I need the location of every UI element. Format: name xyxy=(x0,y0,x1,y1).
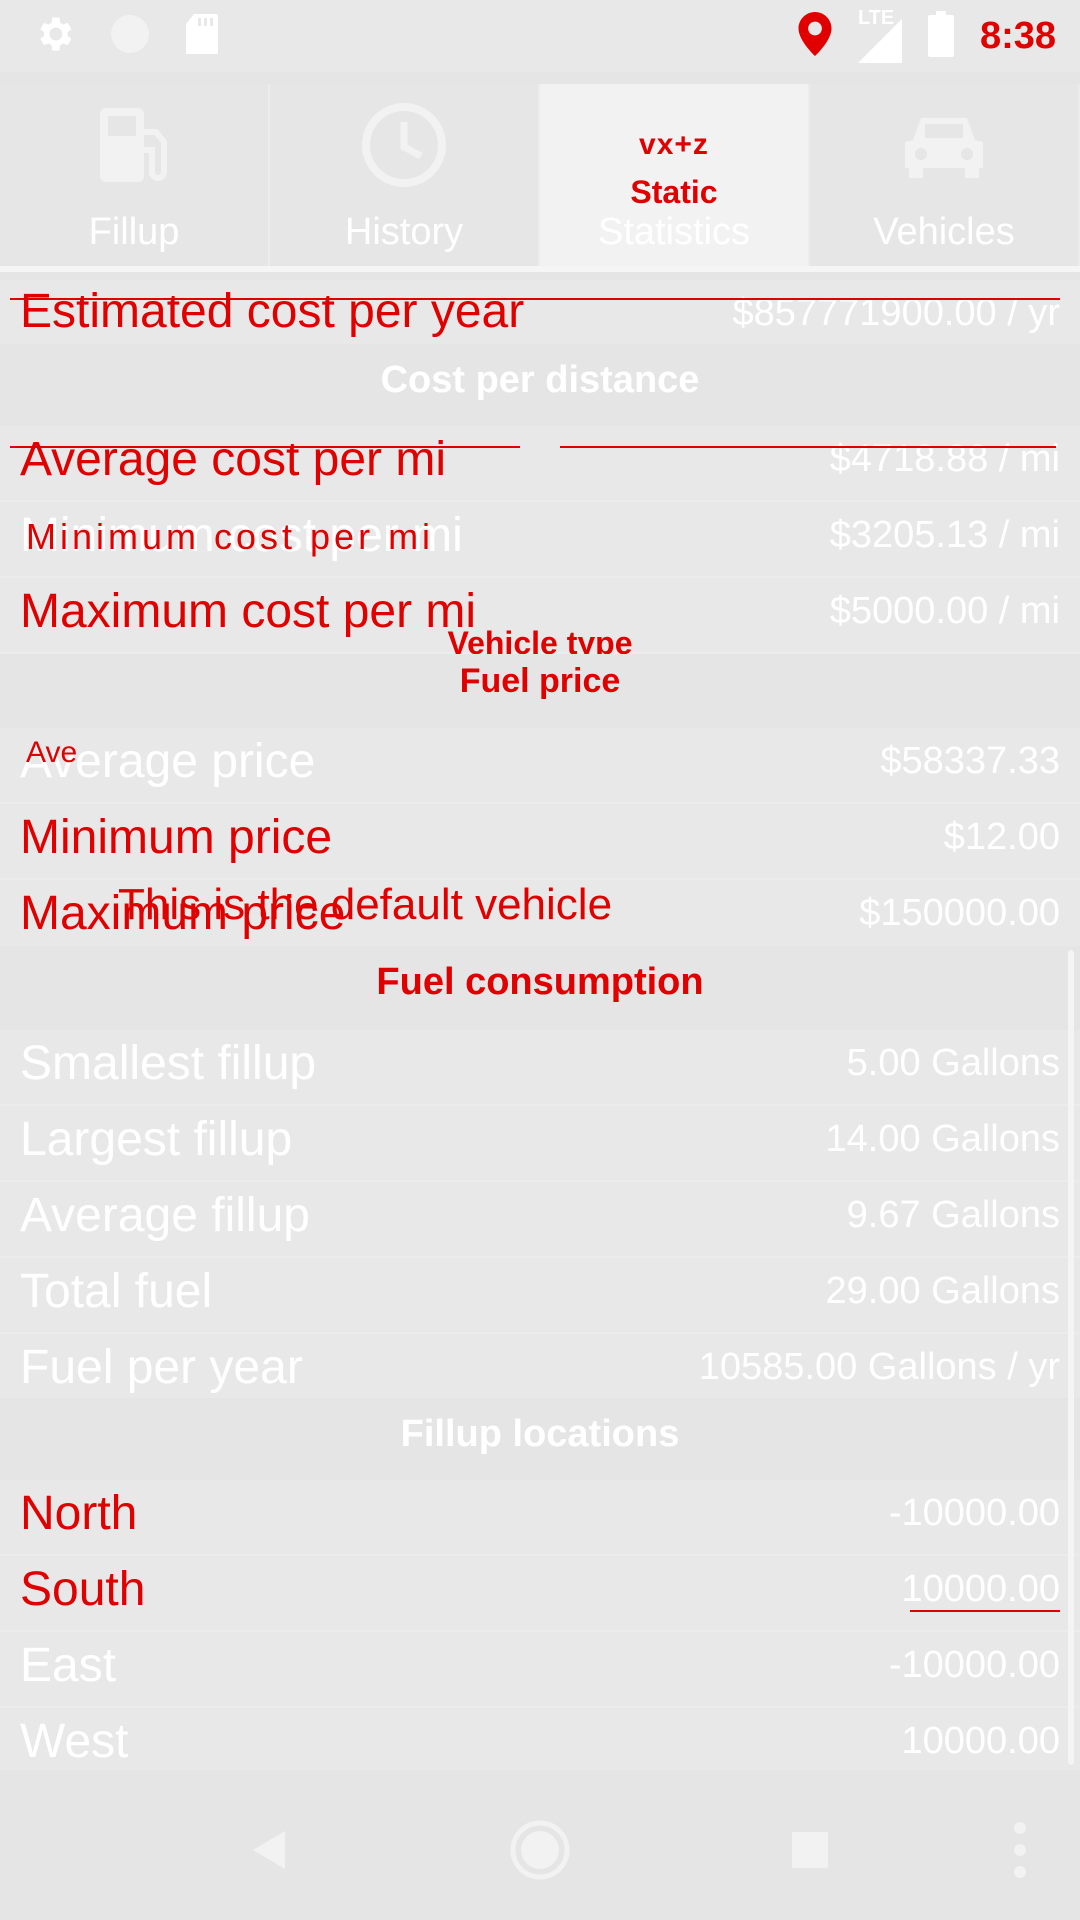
row-label: Smallest fillup xyxy=(20,1037,317,1090)
clock-icon xyxy=(356,97,452,193)
row-smallest-fillup: Smallest fillup 5.00 Gallons xyxy=(0,1030,1080,1106)
section-fuel-price: Fuel price xyxy=(0,654,1080,708)
scrollbar[interactable] xyxy=(1068,950,1074,1765)
car-icon xyxy=(896,97,992,193)
section-fillup-locations: Fillup locations xyxy=(0,1398,1080,1470)
row-value: 10000.00 xyxy=(901,1720,1061,1762)
tab-history[interactable]: History xyxy=(270,84,540,266)
row-label-overlay: Ave xyxy=(26,736,78,769)
row-label: South xyxy=(20,1563,146,1616)
row-value: 5.00 Gallons xyxy=(846,1042,1060,1084)
row-label: Total fuel xyxy=(20,1265,213,1318)
row-value: $4718.88 / mi xyxy=(829,438,1060,480)
row-label: Average fillup xyxy=(20,1189,310,1242)
fuel-pump-icon xyxy=(86,97,182,193)
row-label: Estimated cost per year xyxy=(20,285,525,338)
location-pin-icon xyxy=(798,11,832,61)
row-minimum-price: Minimum price $12.00 xyxy=(0,804,1080,880)
row-average-price: Average price Ave $58337.33 xyxy=(0,728,1080,804)
row-label: Average cost per mi xyxy=(20,433,446,486)
red-underline xyxy=(560,446,1056,448)
section-fuel-consumption: Fuel consumption xyxy=(0,946,1080,1018)
row-value: 29.00 Gallons xyxy=(825,1270,1061,1312)
row-minimum-cost-per-mi: Minimum cost per mi Minimum cost per mi … xyxy=(0,502,1080,578)
row-average-fillup: Average fillup 9.67 Gallons xyxy=(0,1182,1080,1258)
tab-label: Statistics xyxy=(597,210,751,253)
navigation-bar xyxy=(0,1770,1080,1920)
row-label-overlay: Minimum cost per mi xyxy=(26,516,435,557)
tab-statistics[interactable]: vx+z Statistics Static xyxy=(540,84,810,266)
back-icon[interactable] xyxy=(230,1810,310,1890)
row-estimated-cost-per-year: Estimated cost per year $857771900.00 / … xyxy=(0,280,1080,350)
tab-fillup[interactable]: Fillup xyxy=(0,84,270,266)
sd-card-icon xyxy=(184,12,220,61)
row-label: Minimum price xyxy=(20,811,333,864)
row-largest-fillup: Largest fillup 14.00 Gallons xyxy=(0,1106,1080,1182)
row-value: -10000.00 xyxy=(888,1644,1060,1686)
row-total-fuel: Total fuel 29.00 Gallons xyxy=(0,1258,1080,1334)
row-label: East xyxy=(20,1639,117,1692)
row-south: South 10000.00 xyxy=(0,1556,1080,1632)
battery-icon xyxy=(927,10,954,62)
overflow-menu-icon[interactable] xyxy=(980,1810,1060,1890)
row-value: $150000.00 xyxy=(859,892,1060,934)
red-underline xyxy=(10,446,520,448)
row-label: West xyxy=(20,1715,129,1768)
red-underline xyxy=(10,298,1060,300)
statistics-glyph-text: vx+z xyxy=(639,127,709,161)
circle-icon xyxy=(108,12,152,61)
tab-vehicles[interactable]: Vehicles xyxy=(810,84,1080,266)
row-value: 14.00 Gallons xyxy=(825,1118,1061,1160)
settings-icon xyxy=(32,12,76,61)
status-bar: LTE 8:38 xyxy=(0,0,1080,72)
row-value: 10000.00 xyxy=(901,1568,1061,1610)
row-label: Fuel per year xyxy=(20,1341,303,1394)
section-cost-per-distance: Cost per distance xyxy=(0,344,1080,416)
tab-overlay-label: Static xyxy=(630,174,718,210)
default-vehicle-text: This is the default vehicle xyxy=(118,880,613,929)
row-average-cost-per-mi: Average cost per mi $4718.88 / mi xyxy=(0,426,1080,502)
recents-icon[interactable] xyxy=(770,1810,850,1890)
row-value: $3205.13 / mi xyxy=(829,514,1060,556)
row-value: $58337.33 xyxy=(880,740,1060,782)
row-north: North -10000.00 xyxy=(0,1480,1080,1556)
red-underline xyxy=(910,1610,1060,1612)
row-east: East -10000.00 xyxy=(0,1632,1080,1708)
tab-label: History xyxy=(344,210,464,253)
clock-time: 8:38 xyxy=(979,14,1056,57)
row-value: 9.67 Gallons xyxy=(846,1194,1060,1236)
row-label: Largest fillup xyxy=(20,1113,293,1166)
home-icon[interactable] xyxy=(500,1810,580,1890)
tab-bar: Fillup History vx+z Statistics Static Ve… xyxy=(0,84,1080,272)
tab-label: Vehicles xyxy=(873,210,1015,253)
tab-label: Fillup xyxy=(88,210,180,253)
row-value: $12.00 xyxy=(943,816,1060,858)
row-value: -10000.00 xyxy=(888,1492,1060,1534)
signal-icon: LTE xyxy=(857,7,902,63)
row-label: North xyxy=(20,1487,138,1540)
row-value: 10585.00 Gallons / yr xyxy=(698,1346,1060,1388)
